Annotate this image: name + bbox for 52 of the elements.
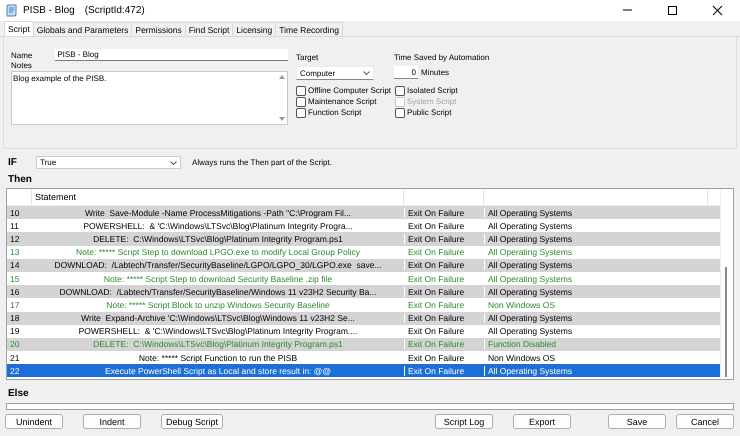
chevron-down-icon xyxy=(363,71,370,75)
tab[interactable]: Permissions xyxy=(131,22,186,36)
script-id: (ScriptId:472) xyxy=(84,5,145,16)
field-label: Time Saved by Automation xyxy=(394,53,490,62)
action-button[interactable]: Export xyxy=(513,414,571,429)
name-field[interactable]: PISB - Blog xyxy=(55,49,288,61)
checkbox[interactable]: Offline Computer Script xyxy=(296,85,395,96)
table-row[interactable]: 11 POWERSHELL: & 'C:\Windows\LTSvc\Blog\Platinum Integrity Progra... Exit On Failure All Operating Systems xyxy=(7,219,720,232)
column-header[interactable]: Statement xyxy=(32,189,404,205)
tab[interactable]: Licensing xyxy=(232,22,276,36)
chevron-down-icon xyxy=(170,160,177,164)
table-row[interactable]: 16 DOWNLOAD: /Labtech/Transfer/SecurityBaseline/Windows 11 v23H2 Security Ba... Exit On Failure All Operating Systems xyxy=(7,285,720,298)
action-button[interactable]: Unindent xyxy=(5,414,63,429)
condition-hint: Always runs the Then part of the Script. xyxy=(192,158,332,167)
unit-label: Minutes xyxy=(421,68,450,77)
table-row[interactable]: 12 DELETE: C:\Windows\LTSvc\Blog\Platinum Integrity Program.ps1 Exit On Failure All Operating Systems xyxy=(7,232,720,246)
notes-field[interactable]: Blog example of the PISB. xyxy=(11,71,288,125)
tab[interactable]: Globals and Parameters xyxy=(32,22,132,36)
field-label: Notes xyxy=(11,61,33,70)
action-button[interactable]: Cancel xyxy=(676,414,734,429)
checkbox[interactable]: Maintenance Script xyxy=(296,96,395,107)
minutes-field[interactable]: 0 xyxy=(394,66,418,79)
maximize-icon xyxy=(667,5,678,16)
scroll-down-icon[interactable] xyxy=(279,117,285,121)
script-icon xyxy=(6,4,18,17)
action-button[interactable]: Save xyxy=(608,414,666,429)
table-row[interactable]: 21 Note: ***** Script Function to run the PISB Exit On Failure Non Windows OS xyxy=(7,351,720,364)
checkbox[interactable]: Public Script xyxy=(395,107,485,118)
table-row[interactable]: 19 POWERSHELL: & 'C:\Windows\LTSvc\Blog\Platinum Integrity Program.... Exit On Failure All Operating Systems xyxy=(7,324,720,338)
condition-dropdown[interactable]: True xyxy=(36,156,181,169)
target-dropdown[interactable]: Computer xyxy=(296,66,374,80)
tab[interactable]: Find Script xyxy=(184,22,234,36)
field-label: Target xyxy=(296,53,320,62)
action-button[interactable]: Indent xyxy=(83,414,141,429)
field-label: Name xyxy=(11,50,32,60)
table-row[interactable]: 22 Execute PowerShell Script as Local and store result in: @@ Exit On Failure All Operating Systems xyxy=(7,364,720,378)
else-label: Else xyxy=(8,387,30,400)
action-button[interactable]: Debug Script xyxy=(161,414,224,429)
checkbox[interactable]: Function Script xyxy=(296,107,395,118)
tab[interactable]: Script xyxy=(4,21,34,36)
then-label: Then xyxy=(8,173,33,186)
scroll-up-icon[interactable] xyxy=(279,75,285,79)
table-row[interactable]: 14 DOWNLOAD: /Labtech/Transfer/SecurityBaseline/LGPO/LGPO_30/LGPO.exe save... Exit On Failure All Operating Systems xyxy=(7,258,720,272)
if-label: IF xyxy=(8,157,18,168)
tab[interactable]: Time Recording xyxy=(275,22,343,36)
window-title: PISB - Blog xyxy=(23,5,75,16)
table-row[interactable]: 10 Write Save-Module -Name ProcessMitigations -Path "C:\Program Fil... Exit On Failure All Operating Systems xyxy=(7,206,720,220)
table-row[interactable]: 18 Write Expand-Archive 'C:\Windows\LTSvc\Blog\Windows 11 v23H2 Se... Exit On Failure All Operating Systems xyxy=(7,312,720,325)
scrollbar-thumb[interactable] xyxy=(725,267,727,377)
close-icon xyxy=(712,5,723,16)
action-button[interactable]: Script Log xyxy=(435,414,493,429)
checkbox[interactable]: Isolated Script xyxy=(395,85,485,96)
